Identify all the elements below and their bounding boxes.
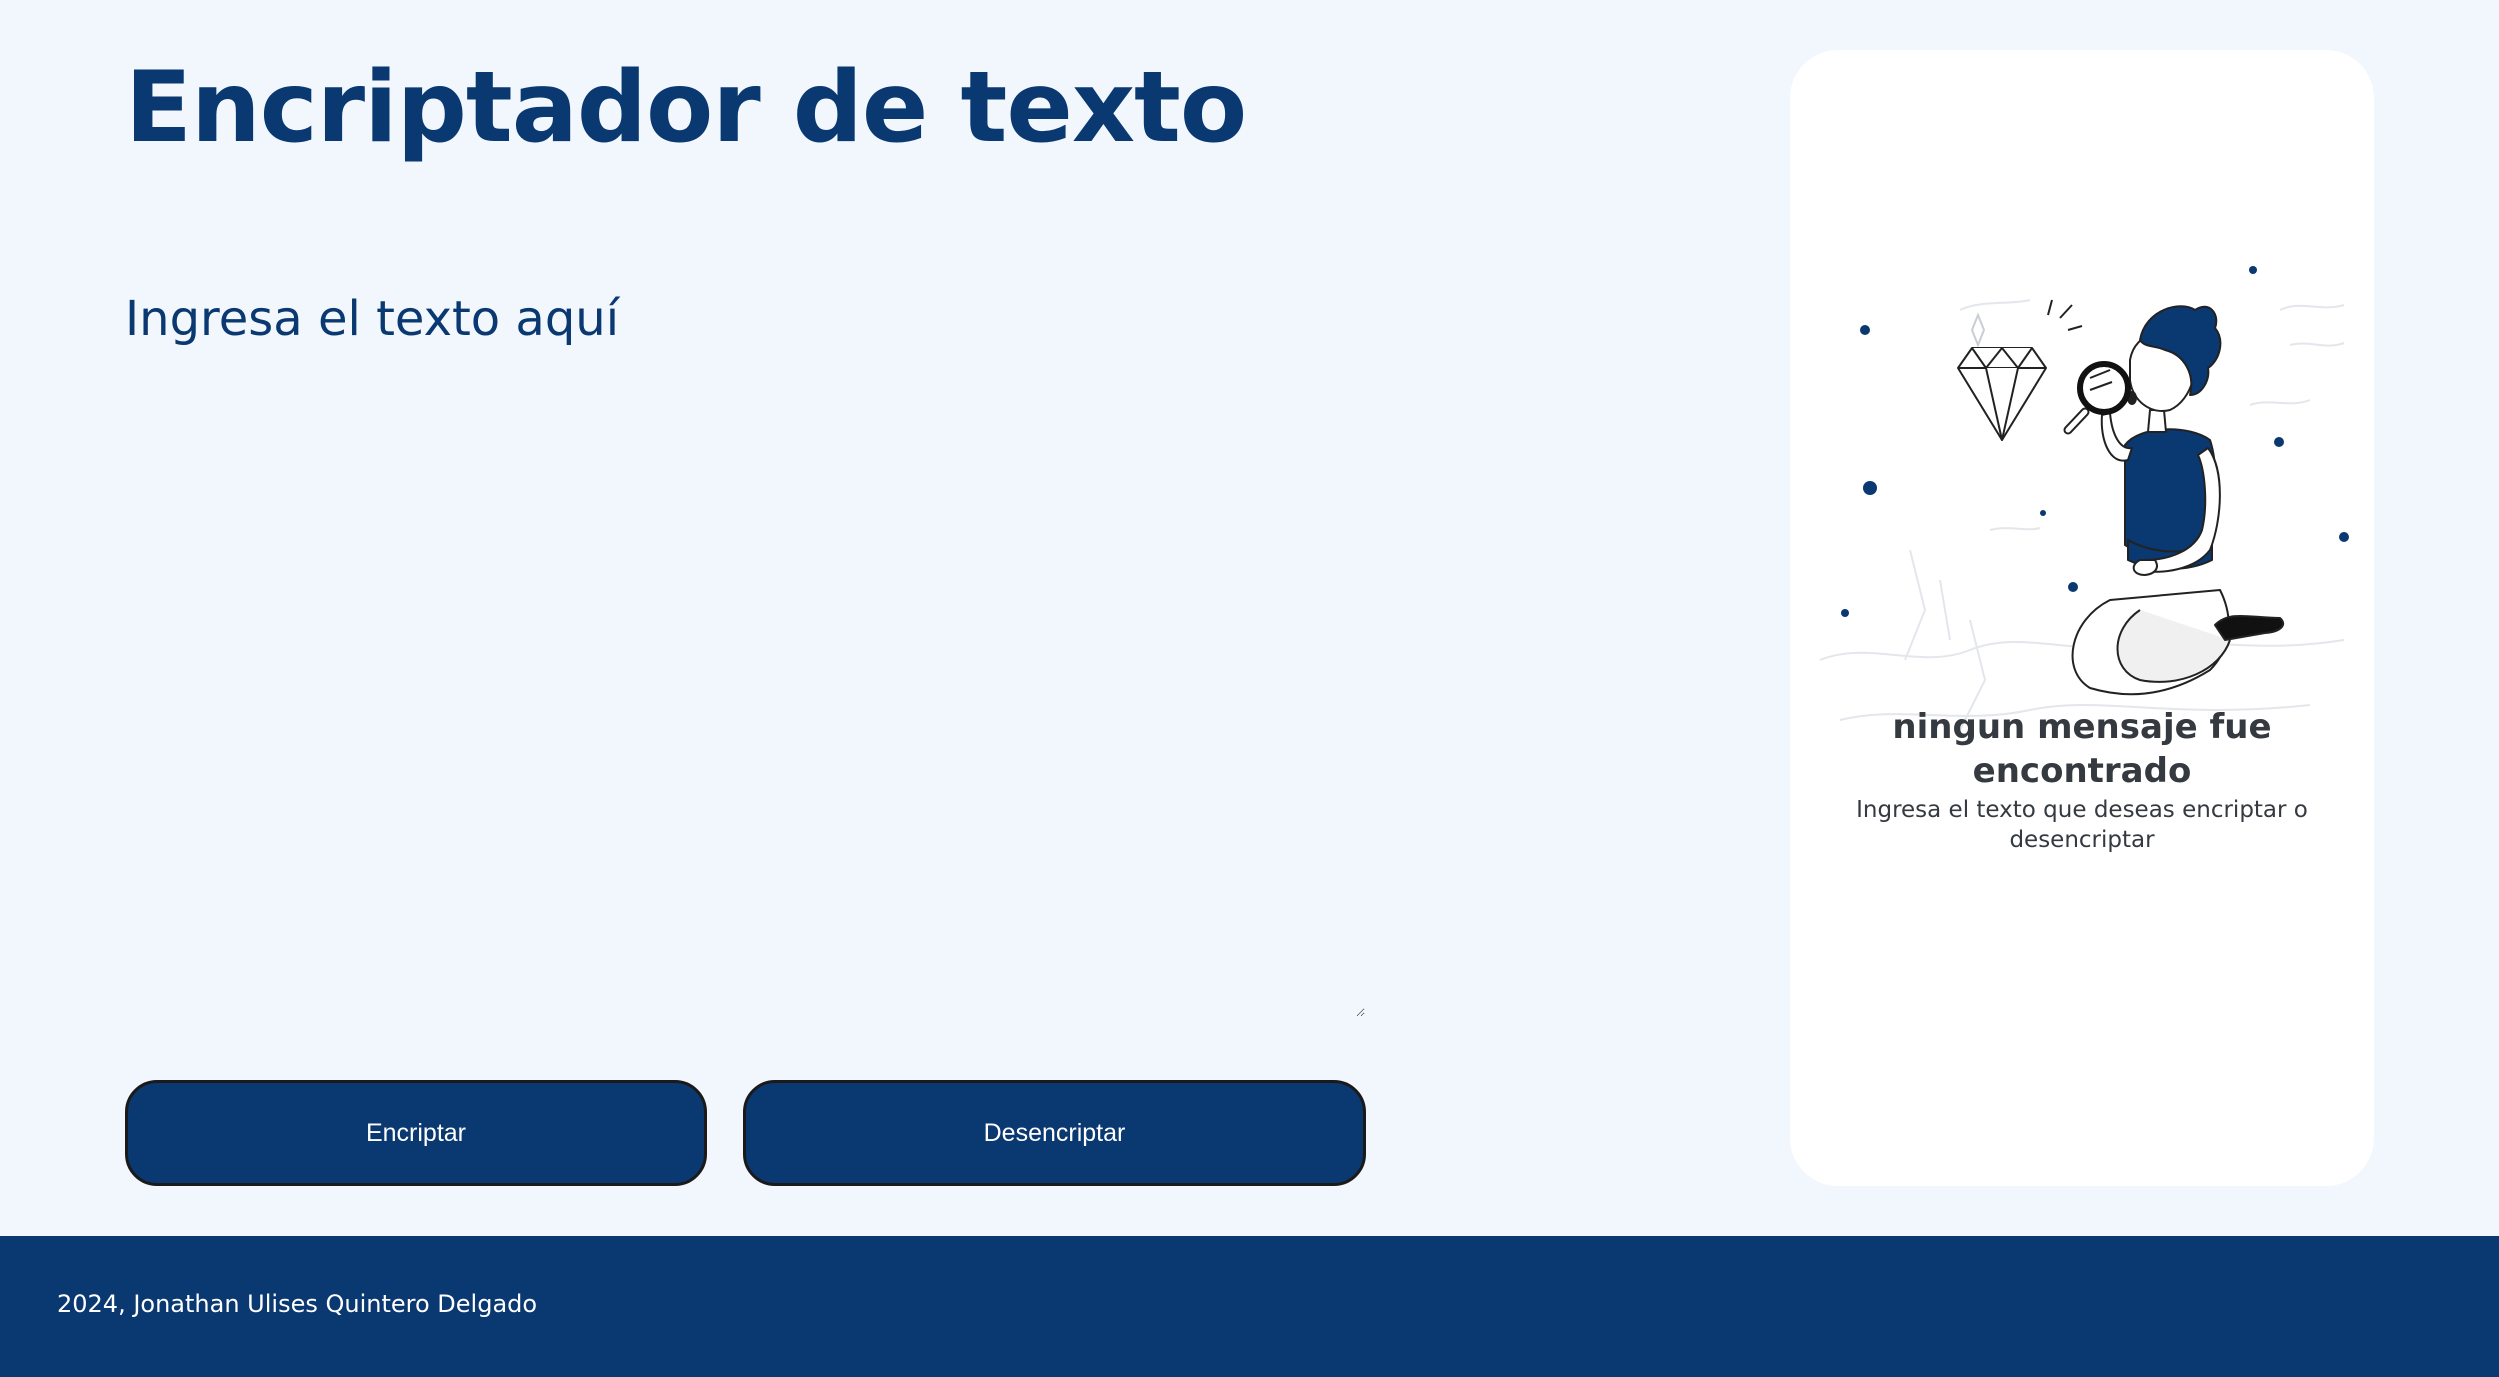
encrypt-button[interactable]: Encriptar [125,1080,707,1186]
footer: 2024, Jonathan Ulises Quintero Delgado [0,1236,2499,1377]
result-panel: ningun mensaje fue encontrado Ingresa el… [1790,50,2374,1186]
footer-credit: 2024, Jonathan Ulises Quintero Delgado [57,1290,538,1318]
empty-state-title: ningun mensaje fue encontrado [1892,707,2272,791]
text-input[interactable] [125,285,1365,1017]
empty-state-subtitle: Ingresa el texto que deseas encriptar o … [1856,797,2308,853]
decrypt-button[interactable]: Desencriptar [743,1080,1366,1186]
person-with-magnifying-glass-icon [1819,266,2349,731]
page-title: Encriptador de texto [125,51,1247,165]
page: Encriptador de texto Encriptar Desencrip… [0,0,2499,1377]
